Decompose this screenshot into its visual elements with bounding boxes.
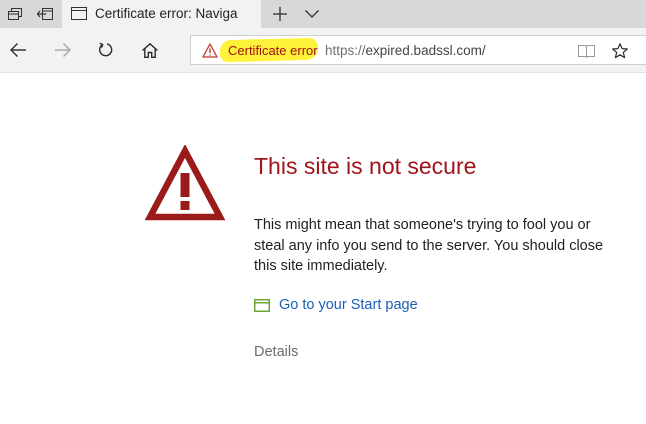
error-description: This might mean that someone's trying to… <box>254 217 604 274</box>
home-icon <box>142 42 158 58</box>
reading-view-icon <box>577 44 595 58</box>
url-host: expired.badssl.com/ <box>365 43 486 58</box>
favorite-button[interactable] <box>609 41 631 61</box>
forward-arrow-icon <box>55 43 71 57</box>
tab-list-button[interactable] <box>296 0 328 28</box>
home-button[interactable] <box>134 34 166 66</box>
start-page-link-text: Go to your Start page <box>279 297 418 313</box>
tab-preview-button[interactable] <box>0 0 30 28</box>
chevron-down-icon <box>305 10 319 18</box>
page-favicon-icon <box>71 7 87 20</box>
set-aside-tabs-icon <box>37 8 53 20</box>
details-link[interactable]: Details <box>254 344 298 360</box>
back-arrow-icon <box>10 43 26 57</box>
active-tab[interactable]: Certificate error: Naviga <box>62 0 261 28</box>
reading-view-button[interactable] <box>575 41 597 61</box>
back-button[interactable] <box>2 34 34 66</box>
tab-strip: Certificate error: Naviga <box>0 0 646 28</box>
warning-icon[interactable] <box>202 43 218 58</box>
warning-triangle-icon <box>145 145 225 223</box>
refresh-button[interactable] <box>90 34 122 66</box>
tab-preview-icon <box>8 7 22 21</box>
plus-icon <box>273 7 287 21</box>
forward-button[interactable] <box>47 34 79 66</box>
url-scheme: https:// <box>325 43 366 58</box>
address-url[interactable]: https://expired.badssl.com/ <box>325 43 486 58</box>
start-page-icon <box>254 298 270 312</box>
certificate-error-label[interactable]: Certificate error <box>228 43 318 58</box>
star-icon <box>612 43 628 59</box>
go-to-start-page-link[interactable]: Go to your Start page <box>254 295 418 315</box>
tab-title: Certificate error: Naviga <box>95 6 238 21</box>
error-title: This site is not secure <box>254 153 477 179</box>
new-tab-button[interactable] <box>264 0 296 28</box>
set-aside-tabs-button[interactable] <box>30 0 60 28</box>
navigation-bar: Certificate error https://expired.badssl… <box>0 28 646 73</box>
refresh-icon <box>98 42 114 58</box>
